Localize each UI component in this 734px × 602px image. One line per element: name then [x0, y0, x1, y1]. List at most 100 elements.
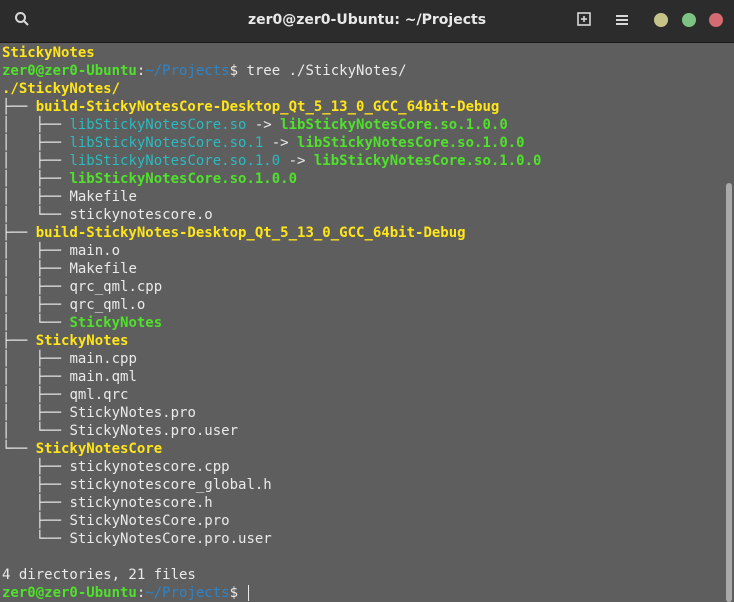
hamburger-menu-icon: [615, 12, 629, 31]
tree-entry: │ ├── main.cpp: [2, 350, 137, 368]
maximize-button[interactable]: [682, 13, 696, 27]
prompt-path: ~/Projects: [145, 585, 230, 601]
terminal-line: 4 directories, 21 files: [2, 566, 196, 584]
directory-name: build-StickyNotesCore-Desktop_Qt_5_13_0_…: [35, 99, 500, 115]
tree-entry: │ ├── main.qml: [2, 368, 137, 386]
tree-branch: │ └──: [2, 207, 70, 223]
tree-branch: │ ├──: [2, 117, 70, 133]
file-name: qrc_qml.cpp: [69, 279, 163, 295]
tree-branch: ├──: [2, 333, 36, 349]
tree-branch: │ ├──: [2, 153, 70, 169]
terminal-line: StickyNotes: [2, 44, 95, 62]
tree-entry: ├── build-StickyNotes-Desktop_Qt_5_13_0_…: [2, 224, 466, 242]
new-tab-button[interactable]: [572, 9, 596, 33]
text-cursor: [248, 585, 250, 601]
tree-entry: │ └── StickyNotes.pro.user: [2, 422, 238, 440]
tree-entry: │ ├── qrc_qml.cpp: [2, 278, 162, 296]
tree-entry: │ ├── Makefile: [2, 260, 137, 278]
file-name: stickynotescore.h: [69, 495, 213, 511]
prompt-dollar: $: [229, 585, 247, 601]
tree-entry: ├── StickyNotes: [2, 332, 128, 350]
prompt-dollar: $: [229, 63, 247, 79]
tree-entry: │ ├── qml.qrc: [2, 386, 128, 404]
file-name: main.o: [69, 243, 121, 259]
new-tab-icon: [576, 11, 592, 31]
symlink-target: libStickyNotesCore.so.1.0.0: [297, 135, 525, 151]
tree-entry: ├── stickynotescore_global.h: [2, 476, 272, 494]
tree-branch: │ ├──: [2, 243, 70, 259]
tree-entry: │ └── stickynotescore.o: [2, 206, 213, 224]
tree-branch: └──: [2, 441, 36, 457]
tree-entry: └── StickyNotesCore.pro.user: [2, 530, 272, 548]
symlink-name: libStickyNotesCore.so: [69, 117, 247, 133]
symlink-arrow: ->: [280, 153, 314, 169]
tree-branch: │ ├──: [2, 171, 70, 187]
symlink-arrow: ->: [263, 135, 298, 151]
tree-entry: │ ├── libStickyNotesCore.so.1.0 -> libSt…: [2, 152, 541, 170]
directory-name: build-StickyNotes-Desktop_Qt_5_13_0_GCC_…: [35, 225, 466, 241]
output-text: 4 directories, 21 files: [2, 567, 196, 583]
tree-entry: ├── stickynotescore.cpp: [2, 458, 230, 476]
tree-entry: ├── StickyNotesCore.pro: [2, 512, 230, 530]
prompt-user: zer0@zer0-Ubuntu: [2, 63, 137, 79]
tree-branch: │ ├──: [2, 297, 70, 313]
scrollbar[interactable]: [724, 43, 734, 602]
shell-prompt: zer0@zer0-Ubuntu:~/Projects$ tree ./Stic…: [2, 62, 407, 80]
executable-name: StickyNotes: [69, 315, 163, 331]
file-name: main.cpp: [69, 351, 137, 367]
tree-branch: │ ├──: [2, 261, 70, 277]
tree-entry: │ ├── qrc_qml.o: [2, 296, 145, 314]
prompt-user: zer0@zer0-Ubuntu: [2, 585, 137, 601]
executable-name: libStickyNotesCore.so.1.0.0: [69, 171, 298, 187]
symlink-name: libStickyNotesCore.so.1: [69, 135, 264, 151]
file-name: StickyNotes.pro.user: [69, 423, 239, 439]
tree-branch: ├──: [2, 477, 70, 493]
menu-button[interactable]: [610, 9, 634, 33]
tree-entry: │ └── StickyNotes: [2, 314, 162, 332]
close-button[interactable]: [709, 13, 723, 27]
terminal-output[interactable]: StickyNotes zer0@zer0-Ubuntu:~/Projects$ …: [0, 43, 724, 602]
directory-name: ./StickyNotes/: [2, 81, 121, 97]
terminal-window: zer0@zer0-Ubuntu: ~/Projects StickyNotes…: [0, 0, 734, 602]
shell-prompt: zer0@zer0-Ubuntu:~/Projects$: [2, 584, 250, 602]
file-name: qrc_qml.o: [69, 297, 146, 313]
tree-branch: │ └──: [2, 315, 70, 331]
tree-branch: │ ├──: [2, 189, 70, 205]
file-name: main.qml: [69, 369, 137, 385]
tree-branch: │ ├──: [2, 279, 70, 295]
command-text: tree ./StickyNotes/: [246, 63, 407, 79]
minimize-button[interactable]: [654, 13, 668, 27]
tree-entry: │ ├── libStickyNotesCore.so -> libSticky…: [2, 116, 508, 134]
file-name: qml.qrc: [69, 387, 129, 403]
tree-branch: ├──: [2, 225, 36, 241]
tree-branch: │ ├──: [2, 351, 70, 367]
file-name: stickynotescore_global.h: [69, 477, 272, 493]
tree-entry: │ ├── StickyNotes.pro: [2, 404, 196, 422]
tree-entry: └── StickyNotesCore: [2, 440, 162, 458]
file-name: StickyNotesCore.pro: [69, 513, 230, 529]
symlink-target: libStickyNotesCore.so.1.0.0: [280, 117, 508, 133]
file-name: Makefile: [69, 189, 137, 205]
symlink-name: libStickyNotesCore.so.1.0: [69, 153, 281, 169]
file-name: StickyNotesCore.pro.user: [69, 531, 272, 547]
tree-branch: │ ├──: [2, 369, 70, 385]
symlink-arrow: ->: [246, 117, 281, 133]
file-name: stickynotescore.o: [69, 207, 213, 223]
tree-branch: └──: [2, 531, 70, 547]
tree-entry: │ ├── main.o: [2, 242, 120, 260]
tree-branch: ├──: [2, 513, 70, 529]
terminal-line: ./StickyNotes/: [2, 80, 120, 98]
tree-entry: │ ├── Makefile: [2, 188, 137, 206]
title-bar[interactable]: zer0@zer0-Ubuntu: ~/Projects: [0, 0, 734, 43]
directory-name: StickyNotes: [35, 333, 129, 349]
tree-branch: │ ├──: [2, 405, 70, 421]
directory-name: StickyNotes: [2, 45, 95, 61]
tree-branch: ├──: [2, 495, 70, 511]
tree-branch: ├──: [2, 99, 36, 115]
tree-entry: │ ├── libStickyNotesCore.so.1 -> libStic…: [2, 134, 525, 152]
file-name: StickyNotes.pro: [69, 405, 196, 421]
tree-branch: │ └──: [2, 423, 70, 439]
tree-branch: │ ├──: [2, 387, 70, 403]
tree-entry: ├── stickynotescore.h: [2, 494, 213, 512]
scrollbar-thumb[interactable]: [726, 183, 732, 602]
